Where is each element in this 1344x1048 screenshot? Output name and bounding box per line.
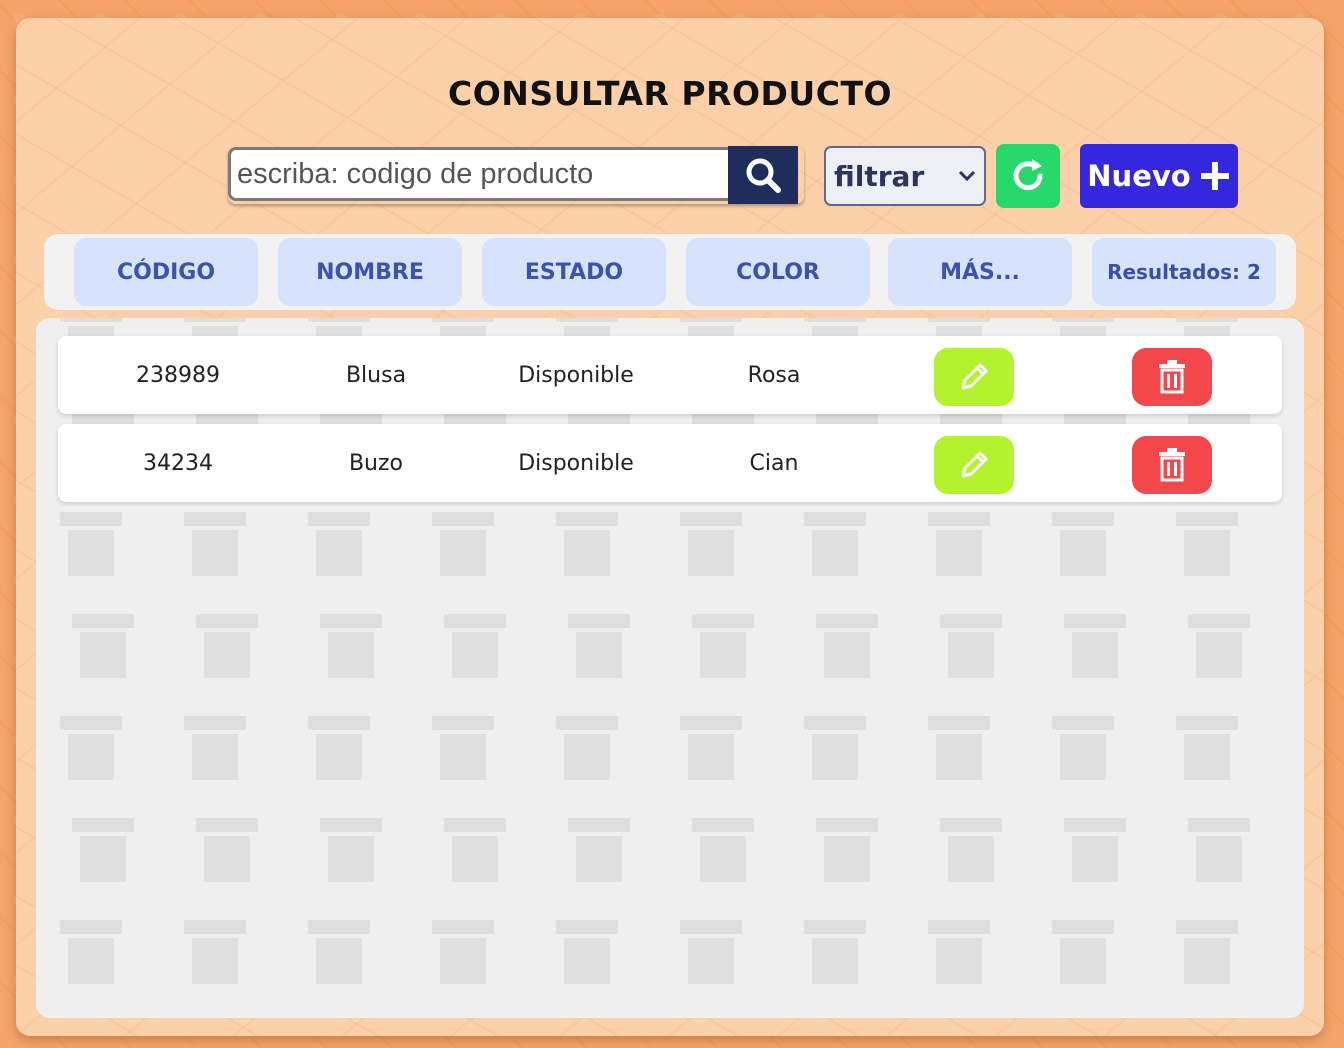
column-header-estado[interactable]: ESTADO (482, 238, 666, 306)
search-icon (746, 158, 781, 193)
background-tile (184, 716, 246, 782)
background-tile (1052, 512, 1114, 578)
background-tile (556, 716, 618, 782)
background-tile (1188, 818, 1250, 884)
background-tile (1064, 818, 1126, 884)
table-row: 238989 Blusa Disponible Rosa (58, 336, 1282, 414)
background-tile (308, 716, 370, 782)
search-input[interactable] (228, 147, 728, 201)
background-tile (72, 614, 134, 680)
background-tile (432, 716, 494, 782)
background-tile (432, 920, 494, 986)
background-tile (320, 614, 382, 680)
column-header-mas[interactable]: MÁS... (888, 238, 1072, 306)
background-tile (928, 716, 990, 782)
background-tile (1176, 716, 1238, 782)
cell-estado: Disponible (518, 362, 634, 388)
background-tile (680, 920, 742, 986)
background-tile (184, 512, 246, 578)
background-tile (308, 512, 370, 578)
background-tile (816, 818, 878, 884)
background-tile (308, 920, 370, 986)
pencil-icon (961, 363, 988, 390)
background-tile (556, 920, 618, 986)
background-tile (196, 818, 258, 884)
background-tile (940, 614, 1002, 680)
trash-icon (1159, 360, 1185, 394)
background-tile (72, 818, 134, 884)
background-tile (60, 512, 122, 578)
filter-select[interactable]: filtrar (824, 146, 986, 206)
background-tile (184, 920, 246, 986)
page-title: CONSULTAR PRODUCTO (447, 74, 893, 113)
background-tile (196, 614, 258, 680)
background-tile (432, 512, 494, 578)
main-panel: CONSULTAR PRODUCTO filtrar Nuevo CÓDIGO (16, 18, 1324, 1036)
cell-estado: Disponible (518, 450, 634, 476)
refresh-button[interactable] (996, 144, 1060, 208)
column-header-nombre[interactable]: NOMBRE (278, 238, 462, 306)
column-header-color[interactable]: COLOR (686, 238, 870, 306)
column-header-codigo[interactable]: CÓDIGO (74, 238, 258, 306)
new-product-button[interactable]: Nuevo (1080, 144, 1238, 208)
cell-color: Rosa (747, 362, 801, 388)
background-tile (444, 614, 506, 680)
background-tile (940, 818, 1002, 884)
trash-icon (1159, 448, 1185, 482)
background-tile (60, 716, 122, 782)
background-tile (444, 818, 506, 884)
cell-nombre: Buzo (348, 450, 404, 476)
background-tile (1052, 920, 1114, 986)
background-tile (680, 512, 742, 578)
cell-color: Cian (749, 450, 799, 476)
cell-nombre: Blusa (345, 362, 407, 388)
background-tile (60, 920, 122, 986)
edit-button[interactable] (934, 348, 1014, 406)
background-tile (804, 512, 866, 578)
search-bar (228, 146, 804, 204)
results-list: 238989 Blusa Disponible Rosa 34234 Buzo … (36, 318, 1304, 1018)
background-tile (928, 512, 990, 578)
background-tile (320, 818, 382, 884)
chevron-down-icon (958, 170, 976, 182)
cell-codigo: 238989 (136, 362, 220, 388)
background-tile (1064, 614, 1126, 680)
plus-icon (1200, 162, 1229, 190)
new-button-label: Nuevo (1087, 159, 1191, 193)
edit-button[interactable] (934, 436, 1014, 494)
background-tile (556, 512, 618, 578)
delete-button[interactable] (1132, 348, 1212, 406)
delete-button[interactable] (1132, 436, 1212, 494)
background-tile (568, 818, 630, 884)
cell-codigo: 34234 (143, 450, 213, 476)
pencil-icon (961, 451, 988, 478)
background-tile (1176, 920, 1238, 986)
background-tile (1176, 512, 1238, 578)
search-button[interactable] (728, 146, 798, 204)
background-tile (1188, 614, 1250, 680)
background-tile (804, 716, 866, 782)
background-tile (928, 920, 990, 986)
background-tile (692, 614, 754, 680)
table-row: 34234 Buzo Disponible Cian (58, 424, 1282, 502)
background-tile (804, 920, 866, 986)
background-tile (692, 818, 754, 884)
results-count: Resultados: 2 (1092, 238, 1276, 306)
refresh-icon (1013, 159, 1043, 191)
table-header: CÓDIGO NOMBRE ESTADO COLOR MÁS... Result… (44, 234, 1296, 310)
background-tile (680, 716, 742, 782)
background-tile (816, 614, 878, 680)
background-tile (568, 614, 630, 680)
filter-select-value: filtrar (834, 159, 925, 193)
background-tile (1052, 716, 1114, 782)
